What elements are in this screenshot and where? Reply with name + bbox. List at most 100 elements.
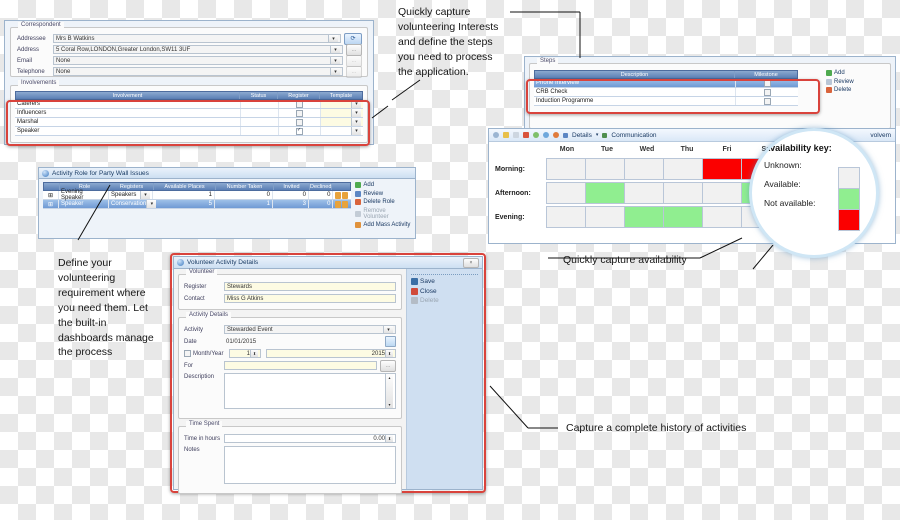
milestone-checkbox[interactable]: [763, 88, 771, 96]
for-field[interactable]: [224, 361, 377, 370]
register-checkbox[interactable]: [296, 100, 303, 108]
register-checkbox[interactable]: [296, 109, 303, 117]
template-dropdown-icon[interactable]: ▾: [351, 100, 361, 108]
cell-milestone[interactable]: [736, 88, 798, 96]
template-dropdown-icon[interactable]: ▾: [351, 109, 361, 117]
addressee-field[interactable]: Mrs B Watkins ▾: [53, 34, 341, 43]
palette-icon[interactable]: [553, 132, 559, 138]
cell-template[interactable]: ▾: [321, 100, 363, 108]
role-add-button[interactable]: Add: [355, 182, 411, 188]
month-spinner[interactable]: 1 ⬍: [229, 349, 261, 358]
table-row[interactable]: Induction Programme: [534, 97, 798, 106]
expand-icon[interactable]: ⊞: [43, 191, 59, 199]
for-ellipsis-button[interactable]: …: [380, 359, 396, 372]
table-row[interactable]: Marshal ▾: [15, 118, 363, 127]
role-add-mass-activity-button[interactable]: Add Mass Activity: [355, 222, 411, 228]
person-icon[interactable]: [342, 191, 349, 199]
communications-label[interactable]: Communication: [611, 132, 656, 139]
availability-cell-unknown[interactable]: [624, 181, 664, 204]
table-row[interactable]: CRB Check: [534, 88, 798, 97]
availability-cell-unknown[interactable]: [546, 181, 586, 204]
calendar-icon[interactable]: [385, 336, 396, 347]
availability-cell-unknown[interactable]: [546, 205, 586, 228]
steps-add-button[interactable]: Add: [826, 70, 886, 76]
description-textarea[interactable]: ▴ ▾: [224, 373, 396, 409]
milestone-checkbox[interactable]: [763, 97, 771, 105]
availability-cell-unknown[interactable]: [585, 157, 625, 180]
cell-template[interactable]: ▾: [321, 127, 363, 135]
globe-icon[interactable]: [543, 132, 549, 138]
availability-cell-unknown[interactable]: [624, 157, 664, 180]
year-spinner-arrows-icon[interactable]: ⬍: [385, 350, 393, 357]
table-row[interactable]: Influencers ▾: [15, 109, 363, 118]
availability-cell-unknown[interactable]: [702, 181, 742, 204]
steps-delete-button[interactable]: Delete: [826, 87, 886, 93]
chevron-down-icon[interactable]: ▾: [596, 132, 599, 138]
cell-register[interactable]: [279, 109, 321, 117]
refresh-icon[interactable]: [493, 132, 499, 138]
person-icon[interactable]: [342, 200, 349, 208]
address-field[interactable]: 5 Coral Row,LONDON,Greater London,SW11 3…: [53, 45, 343, 54]
year-spinner[interactable]: 2015 ⬍: [266, 349, 396, 358]
chevron-down-icon[interactable]: ▾: [383, 326, 393, 333]
person-add-icon[interactable]: [335, 191, 342, 199]
table-row[interactable]: Phone Interview: [534, 79, 798, 88]
availability-cell-available[interactable]: [663, 205, 703, 228]
addressee-dropdown-icon[interactable]: ▾: [328, 35, 338, 42]
telephone-dropdown-icon[interactable]: ▾: [330, 68, 340, 75]
table-row[interactable]: ⊞ Evening Speaker Speakers ▾ 1 0 0 0: [43, 189, 352, 201]
col-status[interactable]: Status: [240, 92, 278, 99]
cell-register[interactable]: [279, 118, 321, 126]
description-scrollbar[interactable]: ▴ ▾: [385, 374, 393, 408]
steps-review-button[interactable]: Review: [826, 78, 886, 85]
refresh-icon[interactable]: ⟳: [344, 32, 362, 45]
availability-cell-available[interactable]: [585, 181, 625, 204]
table-row[interactable]: ⊞ Speaker Conservation ▾ 5 1 3 0: [43, 200, 352, 209]
email-dropdown-icon[interactable]: ▾: [330, 57, 340, 64]
col-role[interactable]: Role: [60, 183, 110, 190]
date-field[interactable]: 01/01/2015: [224, 337, 385, 346]
address-ellipsis-button[interactable]: ...: [346, 43, 362, 56]
telephone-ellipsis-button[interactable]: ...: [346, 65, 362, 78]
details-label[interactable]: Details: [572, 132, 592, 139]
email-ellipsis-button[interactable]: ...: [346, 54, 362, 67]
time-hours-spinner-arrows-icon[interactable]: ⬍: [385, 435, 393, 442]
person-add-icon[interactable]: [335, 200, 342, 208]
month-year-checkbox[interactable]: [184, 350, 191, 357]
cell-milestone[interactable]: [736, 97, 798, 105]
dialog-close-button[interactable]: Close: [411, 287, 478, 295]
col-template[interactable]: Template: [320, 92, 362, 99]
cell-registers[interactable]: Speakers ▾: [109, 191, 153, 199]
col-available-places[interactable]: Available Places: [154, 183, 216, 190]
table-row[interactable]: Speaker ▾: [15, 127, 363, 136]
col-description[interactable]: Description: [535, 71, 735, 78]
cell-registers[interactable]: Conservation ▾: [109, 200, 157, 208]
cell-template[interactable]: ▾: [321, 109, 363, 117]
register-field[interactable]: Stewards: [224, 282, 396, 291]
involvement-label[interactable]: volvem: [870, 132, 891, 139]
communication-icon[interactable]: [602, 132, 608, 138]
cell-template[interactable]: ▾: [321, 118, 363, 126]
availability-cell-unknown[interactable]: [546, 157, 586, 180]
availability-cell-available[interactable]: [624, 205, 664, 228]
role-review-button[interactable]: Review: [355, 190, 411, 197]
col-number-taken[interactable]: Number Taken: [216, 183, 274, 190]
dialog-save-button[interactable]: Save: [411, 278, 478, 285]
availability-cell-unknown[interactable]: [663, 181, 703, 204]
milestone-checkbox[interactable]: [763, 79, 771, 87]
book-icon[interactable]: [523, 132, 529, 138]
col-registers[interactable]: Registers: [110, 183, 154, 190]
availability-cell-unknown[interactable]: [663, 157, 703, 180]
register-checkbox[interactable]: [296, 127, 303, 135]
availability-cell-unknown[interactable]: [702, 205, 742, 228]
availability-cell-notavailable[interactable]: [702, 157, 742, 180]
folder-icon[interactable]: [503, 132, 509, 138]
email-field[interactable]: None ▾: [53, 56, 343, 65]
time-hours-spinner[interactable]: 0.00 ⬍: [224, 434, 396, 443]
telephone-field[interactable]: None ▾: [53, 67, 343, 76]
notes-textarea[interactable]: [224, 446, 396, 484]
registers-dropdown-icon[interactable]: ▾: [140, 191, 150, 199]
col-involvement[interactable]: Involvement: [16, 92, 240, 99]
availability-cell-unknown[interactable]: [585, 205, 625, 228]
template-dropdown-icon[interactable]: ▾: [351, 127, 361, 135]
